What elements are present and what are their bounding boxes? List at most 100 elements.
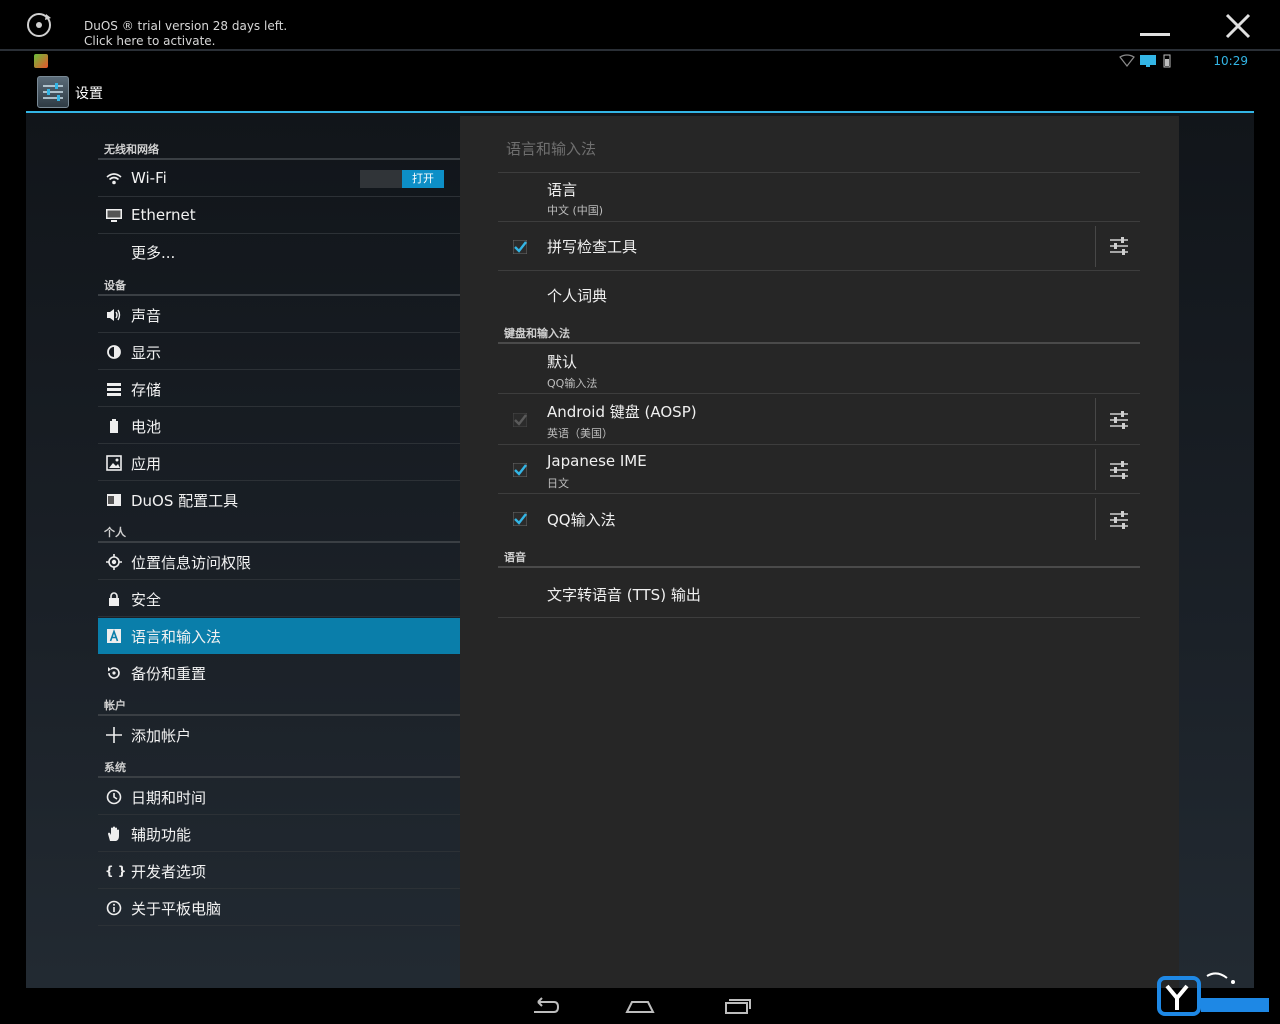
battery-icon	[110, 419, 118, 433]
sidebar-item-language[interactable]: 语言和输入法	[98, 618, 460, 654]
pref-summary: 日文	[547, 477, 569, 490]
category-divider	[98, 776, 460, 778]
storage-icon	[107, 383, 121, 396]
sidebar-item-more[interactable]: 更多...	[98, 234, 460, 270]
display-icon	[107, 345, 121, 359]
back-icon[interactable]	[524, 994, 564, 1018]
settings-sliders-icon[interactable]	[1109, 411, 1129, 429]
activate-link[interactable]: Click here to activate.	[84, 34, 215, 48]
duos-trial-bar[interactable]: DuOS ® trial version 28 days left. Click…	[0, 0, 1280, 50]
trial-notice: DuOS ® trial version 28 days left.	[84, 19, 288, 33]
sidebar-item-location[interactable]: 位置信息访问权限	[98, 544, 460, 580]
settings-sliders-icon[interactable]	[1109, 237, 1129, 255]
row-divider	[98, 925, 460, 926]
ethernet-icon	[106, 209, 122, 222]
pref-default-ime[interactable]: 默认 QQ输入法	[498, 344, 1140, 394]
category-device: 设备	[104, 279, 126, 292]
sidebar-item-sound[interactable]: 声音	[98, 297, 460, 333]
navigation-bar	[0, 988, 1280, 1024]
pref-title: 个人词典	[547, 287, 608, 305]
settings-app-icon[interactable]	[37, 76, 69, 108]
pref-title: 文字转语音 (TTS) 输出	[547, 586, 701, 604]
sidebar-item-label: 安全	[131, 591, 162, 609]
info-icon	[106, 900, 122, 916]
apps-icon	[106, 455, 122, 471]
sidebar-item-label: 辅助功能	[131, 826, 192, 844]
sidebar-item-label: 声音	[131, 307, 162, 325]
vertical-divider	[1095, 226, 1096, 267]
sidebar-item-developer[interactable]: { } 开发者选项	[98, 853, 460, 889]
braces-icon: { }	[105, 864, 127, 878]
category-keyboard: 键盘和输入法	[504, 327, 570, 340]
status-bar: 10:29	[26, 51, 1254, 71]
pref-title: Android 键盘 (AOSP)	[547, 403, 697, 421]
notification-app-icon	[34, 54, 48, 68]
pref-personal-dictionary[interactable]: 个人词典	[498, 271, 1140, 320]
category-accounts: 帐户	[104, 699, 126, 712]
category-divider	[98, 541, 460, 543]
sidebar-item-backup[interactable]: 备份和重置	[98, 655, 460, 691]
sidebar-item-display[interactable]: 显示	[98, 334, 460, 370]
settings-main: 无线和网络 Wi-Fi 打开 Ethernet 更多... 设备 声音 显示 存…	[26, 113, 1254, 988]
duos-refresh-icon	[27, 13, 51, 37]
sidebar-item-label: DuOS 配置工具	[131, 492, 239, 510]
vertical-divider	[1095, 449, 1096, 490]
clock-icon	[106, 789, 122, 805]
sidebar-item-duos-config[interactable]: DuOS 配置工具	[98, 482, 460, 518]
minimize-icon[interactable]	[1138, 14, 1172, 38]
row-divider	[98, 480, 460, 481]
settings-sliders-icon[interactable]	[1109, 461, 1129, 479]
sidebar-item-wifi[interactable]: Wi-Fi 打开	[98, 161, 460, 197]
pref-summary: 中文 (中国)	[547, 204, 604, 217]
pref-tts-output[interactable]: 文字转语音 (TTS) 输出	[498, 568, 1140, 618]
checkbox-disabled-icon[interactable]	[513, 413, 527, 427]
row-divider	[98, 888, 460, 889]
row-divider	[98, 851, 460, 852]
checkbox-checked-icon[interactable]	[513, 463, 527, 477]
row-divider	[498, 172, 1140, 173]
sidebar-item-security[interactable]: 安全	[98, 581, 460, 617]
pref-spell-checker[interactable]: 拼写检查工具	[498, 222, 1140, 271]
sidebar-item-label: 开发者选项	[131, 863, 207, 881]
row-divider	[98, 814, 460, 815]
sidebar-item-accessibility[interactable]: 辅助功能	[98, 816, 460, 852]
sidebar-item-add-account[interactable]: 添加帐户	[98, 717, 460, 753]
checkbox-checked-icon[interactable]	[513, 512, 527, 526]
pref-language[interactable]: 语言 中文 (中国)	[498, 172, 1140, 222]
home-icon[interactable]	[620, 994, 660, 1018]
wifi-toggle-on-label: 打开	[402, 170, 444, 188]
wifi-toggle[interactable]: 打开	[360, 170, 444, 188]
category-personal: 个人	[104, 526, 126, 539]
backup-icon	[108, 667, 120, 679]
pref-aosp-keyboard[interactable]: Android 键盘 (AOSP) 英语（美国）	[498, 394, 1140, 445]
category-divider	[98, 158, 460, 160]
pref-qq-ime[interactable]: QQ输入法	[498, 494, 1140, 544]
wifi-icon	[106, 173, 122, 185]
pane-title: 语言和输入法	[506, 140, 597, 158]
settings-sliders-icon[interactable]	[1109, 511, 1129, 529]
category-system: 系统	[104, 761, 126, 774]
row-divider	[498, 617, 1140, 618]
sliders-icon	[43, 83, 63, 101]
pref-title: QQ输入法	[547, 511, 616, 529]
pref-title: 语言	[547, 181, 578, 199]
recent-apps-icon[interactable]	[716, 994, 756, 1018]
row-divider	[98, 579, 460, 580]
checkbox-checked-icon[interactable]	[513, 240, 527, 254]
row-divider	[98, 406, 460, 407]
sidebar-item-datetime[interactable]: 日期和时间	[98, 779, 460, 815]
close-icon[interactable]	[1222, 10, 1254, 42]
sidebar-item-label: 位置信息访问权限	[131, 554, 252, 572]
settings-header-list: 无线和网络 Wi-Fi 打开 Ethernet 更多... 设备 声音 显示 存…	[98, 113, 460, 988]
sidebar-item-apps[interactable]: 应用	[98, 445, 460, 481]
sidebar-item-about[interactable]: 关于平板电脑	[98, 890, 460, 926]
sidebar-item-storage[interactable]: 存储	[98, 371, 460, 407]
sidebar-item-label: 日期和时间	[131, 789, 207, 807]
pref-japanese-ime[interactable]: Japanese IME 日文	[498, 445, 1140, 494]
sidebar-item-battery[interactable]: 电池	[98, 408, 460, 444]
sidebar-item-ethernet[interactable]: Ethernet	[98, 198, 460, 234]
hand-icon	[108, 826, 119, 841]
category-divider	[98, 714, 460, 716]
sidebar-item-label: 关于平板电脑	[131, 900, 222, 918]
lock-icon	[109, 592, 119, 606]
